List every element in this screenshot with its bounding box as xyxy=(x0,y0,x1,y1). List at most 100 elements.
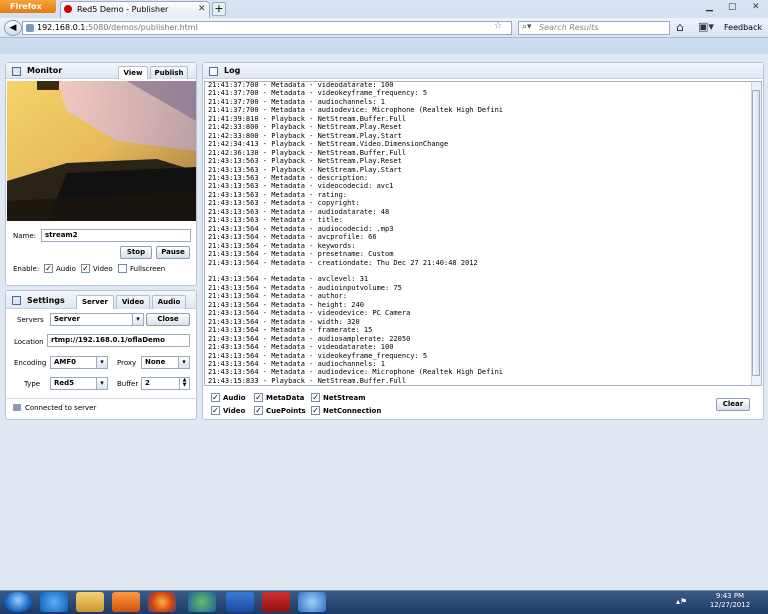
firefox-icon[interactable] xyxy=(148,592,176,612)
log-line: 21:43:13:563 - Metadata - title: xyxy=(208,216,343,225)
log-line: 21:43:13:564 - Metadata - author: xyxy=(208,292,348,301)
clear-button[interactable]: Clear xyxy=(716,398,750,411)
connection-status-icon xyxy=(13,404,21,411)
bookmarks-menu-icon[interactable]: ▣▾ xyxy=(698,20,714,33)
tab-audio[interactable]: Audio xyxy=(152,295,186,309)
chevron-down-icon: ▾ xyxy=(96,378,107,389)
filter-netstream-checkbox[interactable]: ✓ xyxy=(311,393,320,402)
tab-view[interactable]: View xyxy=(118,66,148,79)
settings-icon xyxy=(12,296,21,305)
tab-publish[interactable]: Publish xyxy=(150,66,188,79)
taskbar-clock[interactable]: 9:43 PM 12/27/2012 xyxy=(700,592,760,610)
window-controls: ▁ ▢ ✕ xyxy=(700,0,768,14)
encoding-select[interactable]: AMF0 ▾ xyxy=(50,356,108,369)
maximize-icon[interactable]: ▢ xyxy=(728,2,737,12)
log-line: 21:43:13:563 - Metadata - rating: xyxy=(208,190,348,199)
type-select[interactable]: Red5 ▾ xyxy=(50,377,108,390)
filter-video-checkbox[interactable]: ✓ xyxy=(211,406,220,415)
log-line: 21:43:13:564 - Metadata - height: 240 xyxy=(208,300,364,309)
servers-value: Server xyxy=(54,315,81,323)
log-line: 21:43:13:563 - Playback - NetStream.Play… xyxy=(208,157,402,166)
tab-server[interactable]: Server xyxy=(76,295,114,309)
filter-video-label: Video xyxy=(223,407,246,415)
name-label: Name: xyxy=(13,232,37,240)
start-button-icon[interactable] xyxy=(4,592,32,612)
tab-title: Red5 Demo - Publisher xyxy=(77,5,169,14)
red-app-icon[interactable] xyxy=(262,592,290,612)
back-button-icon[interactable]: ◀ xyxy=(4,20,22,36)
log-output[interactable]: 21:41:37:700 - Metadata - videodatarate:… xyxy=(204,81,762,386)
filter-netconnection-label: NetConnection xyxy=(323,407,382,415)
new-tab-button[interactable]: + xyxy=(212,2,226,16)
log-line: 21:42:33:800 - Playback - NetStream.Play… xyxy=(208,123,402,132)
home-icon[interactable]: ⌂ xyxy=(676,20,684,34)
log-lines: 21:41:37:700 - Metadata - videodatarate:… xyxy=(208,81,748,385)
filter-netconnection-checkbox[interactable]: ✓ xyxy=(311,406,320,415)
log-line: 21:42:33:800 - Playback - NetStream.Play… xyxy=(208,131,402,140)
buffer-stepper[interactable]: 2 ▲ ▼ xyxy=(141,377,190,390)
log-scrollbar-thumb[interactable] xyxy=(752,90,760,376)
tool-icon[interactable] xyxy=(298,592,326,612)
stop-button[interactable]: Stop xyxy=(120,246,152,259)
tray-icons[interactable]: ▴⚑ xyxy=(676,597,698,607)
filter-audio-checkbox[interactable]: ✓ xyxy=(211,393,220,402)
bookmark-star-icon[interactable]: ☆ xyxy=(494,21,502,31)
word-icon[interactable] xyxy=(226,592,254,612)
media-player-icon[interactable] xyxy=(112,592,140,612)
log-line: 21:43:13:564 - Metadata - audiocodecid: … xyxy=(208,224,394,233)
site-identity-icon[interactable] xyxy=(26,24,34,32)
buffer-label: Buffer xyxy=(117,380,139,388)
chevron-down-icon: ▾ xyxy=(132,314,143,325)
filter-metadata-checkbox[interactable]: ✓ xyxy=(254,393,263,402)
log-line: 21:43:13:564 - Metadata - framerate: 15 xyxy=(208,326,373,335)
chevron-down-icon: ▾ xyxy=(96,357,107,368)
log-line: 21:41:39:818 - Playback - NetStream.Buff… xyxy=(208,114,407,123)
proxy-label: Proxy xyxy=(117,359,137,367)
type-value: Red5 xyxy=(54,379,75,387)
filter-netstream-label: NetStream xyxy=(323,394,366,402)
red5-favicon-icon xyxy=(64,5,72,13)
camera-image xyxy=(7,81,196,221)
close-tab-icon[interactable]: ✕ xyxy=(198,4,206,14)
type-label: Type xyxy=(24,380,41,388)
firefox-menu-button[interactable]: Firefox xyxy=(0,0,56,13)
log-line: 21:43:13:564 - Metadata - keywords: xyxy=(208,241,356,250)
video-checkbox[interactable]: ✓ xyxy=(81,264,90,273)
filter-metadata-label: MetaData xyxy=(266,394,305,402)
location-input[interactable]: rtmp://192.168.0.1/oflaDemo xyxy=(47,334,190,347)
enable-label: Enable: xyxy=(13,265,40,273)
search-engine-icon[interactable]: ⌕▾ xyxy=(522,22,532,32)
log-line: 21:41:37:700 - Metadata - audiochannels:… xyxy=(208,97,386,106)
log-line: 21:41:37:700 - Metadata - audiodevice: M… xyxy=(208,106,504,115)
audio-checkbox[interactable]: ✓ xyxy=(44,264,53,273)
log-line: 21:43:13:564 - Metadata - audiosamplerat… xyxy=(208,334,411,343)
video-label: Video xyxy=(93,265,113,273)
browser-tab[interactable]: Red5 Demo - Publisher xyxy=(60,1,210,18)
search-input[interactable]: Search Results xyxy=(518,21,670,35)
log-line: 21:43:13:564 - Metadata - audiodevice: M… xyxy=(208,368,504,377)
servers-select[interactable]: Server ▾ xyxy=(50,313,144,326)
close-window-icon[interactable]: ✕ xyxy=(752,2,760,12)
log-line: 21:41:37:700 - Metadata - videodatarate:… xyxy=(208,81,394,89)
file-explorer-icon[interactable] xyxy=(76,592,104,612)
app-icon[interactable] xyxy=(188,592,216,612)
fullscreen-label: Fullscreen xyxy=(130,265,166,273)
stepper-arrows-icon[interactable]: ▲ ▼ xyxy=(179,378,189,389)
minimize-icon[interactable]: ▁ xyxy=(706,2,713,12)
log-line: 21:43:13:564 - Metadata - avcprofile: 66 xyxy=(208,233,377,242)
encoding-value: AMF0 xyxy=(54,358,77,366)
feedback-button[interactable]: Feedback xyxy=(724,23,762,32)
pause-button[interactable]: Pause xyxy=(156,246,190,259)
location-label: Location xyxy=(14,338,44,346)
url-bar[interactable]: 192.168.0.1:5080/demos/publisher.html xyxy=(22,21,512,35)
tab-video[interactable]: Video xyxy=(116,295,150,309)
stream-name-input[interactable]: stream2 xyxy=(41,229,191,242)
internet-explorer-icon[interactable] xyxy=(40,592,68,612)
log-line: 21:43:13:564 - Metadata - presetname: Cu… xyxy=(208,250,394,259)
filter-cuepoints-checkbox[interactable]: ✓ xyxy=(254,406,263,415)
connection-status: Connected to server xyxy=(25,404,97,412)
proxy-select[interactable]: None ▾ xyxy=(141,356,190,369)
close-button[interactable]: Close xyxy=(146,313,190,326)
clock-time: 9:43 PM xyxy=(715,592,745,600)
fullscreen-checkbox[interactable] xyxy=(118,264,127,273)
